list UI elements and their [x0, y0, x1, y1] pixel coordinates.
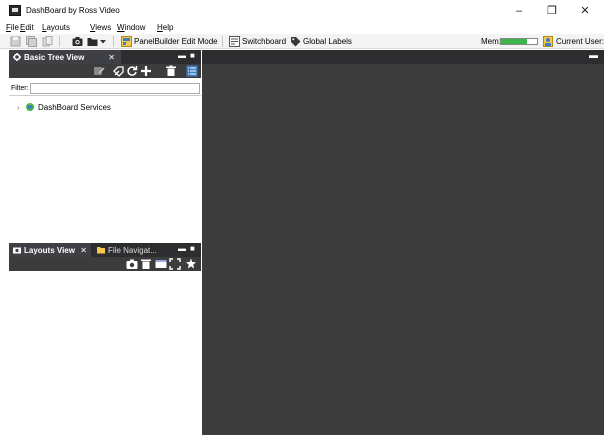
- trash-icon[interactable]: [140, 258, 152, 270]
- memory-label: Mem:: [481, 37, 501, 46]
- window-title: DashBoard by Ross Video: [26, 6, 120, 15]
- menu-file[interactable]: File: [6, 23, 19, 32]
- pin-icon[interactable]: [185, 258, 197, 270]
- menu-window[interactable]: Window: [117, 23, 145, 32]
- menu-edit-label: dit: [25, 23, 34, 32]
- tab-file-navigator-label: File Navigat...: [108, 246, 157, 255]
- chevron-right-icon[interactable]: ›: [17, 103, 25, 112]
- services-icon: [26, 103, 34, 111]
- filter-row: Filter:: [9, 82, 201, 96]
- menu-window-mnemonic: W: [117, 23, 125, 32]
- gear-icon: [13, 53, 21, 61]
- toolbar-separator: [113, 36, 114, 47]
- global-labels-button[interactable]: Global Labels: [303, 37, 352, 46]
- close-button[interactable]: ✕: [573, 3, 597, 19]
- menu-help[interactable]: Help: [157, 23, 173, 32]
- user-icon: [543, 36, 553, 47]
- panelbuilder-edit-mode-button[interactable]: PanelBuilder Edit Mode: [134, 37, 218, 46]
- app-icon: [9, 5, 21, 16]
- switchboard-button[interactable]: Switchboard: [242, 37, 286, 46]
- menu-layouts-label: ayouts: [46, 23, 71, 32]
- menu-file-label: ile: [10, 23, 19, 32]
- menu-bar: File Edit Layouts Views Window Help: [0, 22, 604, 34]
- tab-file-navigator[interactable]: File Navigat...: [93, 243, 161, 257]
- window-icon[interactable]: [155, 258, 167, 270]
- camera-icon[interactable]: [72, 36, 83, 47]
- chevron-down-icon[interactable]: [99, 36, 107, 47]
- workspace-minimize-button[interactable]: ▬: [589, 50, 598, 61]
- rocket-icon[interactable]: [113, 65, 125, 77]
- toolbar-separator: [59, 36, 60, 47]
- tag-icon: [291, 37, 301, 47]
- filter-input[interactable]: [30, 83, 200, 94]
- minimize-button[interactable]: –: [507, 3, 531, 19]
- camera-icon[interactable]: [126, 258, 138, 270]
- panel-minimize-button[interactable]: ▬: [178, 243, 186, 255]
- folder-icon[interactable]: [87, 36, 98, 47]
- menu-layouts[interactable]: Layouts: [42, 23, 70, 32]
- save-icon[interactable]: [10, 36, 21, 47]
- add-icon[interactable]: [140, 65, 152, 77]
- panelbuilder-icon: [121, 36, 132, 47]
- menu-edit[interactable]: Edit: [20, 23, 34, 32]
- toolbar-separator: [222, 36, 223, 47]
- panel-minimize-button[interactable]: ▬: [178, 50, 186, 62]
- title-bar: DashBoard by Ross Video – ❐ ✕: [0, 0, 604, 22]
- menu-help-label: elp: [162, 23, 174, 32]
- refresh-icon[interactable]: [126, 65, 138, 77]
- tab-layouts-view-label: Layouts View: [24, 246, 75, 255]
- edit-icon[interactable]: [93, 65, 105, 77]
- panel-maximize-button[interactable]: ■: [190, 50, 195, 62]
- tree-item-dashboard-services[interactable]: › DashBoard Services: [17, 102, 111, 112]
- tree-area: › DashBoard Services: [9, 96, 201, 242]
- basic-tree-toolbar: [9, 64, 201, 78]
- trash-icon[interactable]: [165, 65, 177, 77]
- close-icon[interactable]: ✕: [80, 246, 87, 255]
- menu-views-label: iews: [95, 23, 112, 32]
- filter-label: Filter:: [11, 85, 29, 92]
- memory-usage-bar: [500, 38, 538, 45]
- workspace-header: ▬: [202, 50, 604, 64]
- save-all-icon[interactable]: [26, 36, 37, 47]
- camera-icon: [13, 247, 21, 254]
- menu-window-label: indow: [124, 23, 146, 32]
- copy-icon[interactable]: [42, 36, 53, 47]
- folder-icon: [97, 247, 105, 254]
- basic-tree-header: Basic Tree View ✕ ▬ ■: [9, 50, 201, 64]
- memory-usage-fill: [501, 39, 527, 44]
- fullscreen-icon[interactable]: [169, 258, 181, 270]
- maximize-button[interactable]: ❐: [540, 3, 564, 19]
- workspace-area: ▬: [202, 50, 604, 435]
- switchboard-icon: [229, 36, 240, 47]
- panel-maximize-button[interactable]: ■: [190, 243, 195, 255]
- tab-basic-tree-view[interactable]: Basic Tree View ✕: [9, 50, 121, 64]
- close-icon[interactable]: ✕: [108, 53, 115, 62]
- tree-item-label: DashBoard Services: [38, 103, 111, 112]
- main-toolbar: PanelBuilder Edit Mode Switchboard Globa…: [0, 34, 604, 49]
- layouts-area: [9, 271, 201, 435]
- tab-layouts-view[interactable]: Layouts View ✕: [9, 243, 91, 257]
- left-dock: Basic Tree View ✕ ▬ ■ Filter: › DashBoard…: [9, 50, 201, 435]
- list-view-icon[interactable]: [186, 65, 198, 77]
- menu-views[interactable]: Views: [90, 23, 111, 32]
- tab-basic-tree-label: Basic Tree View: [24, 53, 85, 62]
- current-user-label: Current User: (non: [556, 37, 604, 46]
- layouts-header: Layouts View ✕ File Navigat... ▬ ■: [9, 243, 201, 257]
- layouts-toolbar: [9, 257, 201, 271]
